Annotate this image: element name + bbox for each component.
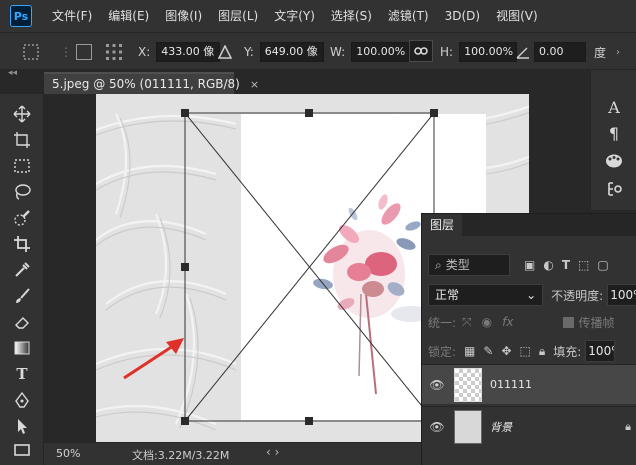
transform-tool-icon[interactable] <box>22 42 40 62</box>
document-tab-title: 5.jpeg @ 50% (011111, RGB/8) <box>52 77 240 91</box>
fill-field[interactable]: 100% <box>585 340 616 362</box>
eyedropper-icon[interactable] <box>12 260 32 280</box>
menu-filter[interactable]: 滤镜(T) <box>380 0 437 32</box>
options-divider: ⋮ <box>60 45 72 59</box>
options-overflow-icon[interactable]: › <box>616 42 620 62</box>
w-label: W: <box>330 45 346 59</box>
menu-edit[interactable]: 编辑(E) <box>100 0 157 32</box>
lock-transparent-icon[interactable]: ▦ <box>464 344 475 358</box>
propagate-label: 传播帧 <box>578 315 615 330</box>
layer-row-background[interactable]: 👁︎ 背景 🔒︎ <box>422 406 636 446</box>
unify-style-icon[interactable]: fx <box>502 315 513 329</box>
document-tab[interactable]: 5.jpeg @ 50% (011111, RGB/8) × <box>44 72 259 94</box>
layer-filter-value: 类型 <box>445 258 470 272</box>
opacity-field[interactable]: 100% <box>607 284 636 306</box>
right-panel-dock: A ¶ <box>590 70 636 210</box>
unify-visibility-icon[interactable]: ◉ <box>482 315 492 329</box>
paragraph-icon[interactable]: ¶ <box>605 124 623 143</box>
visibility-eye-icon[interactable]: 👁︎ <box>422 420 452 434</box>
character-icon[interactable]: A <box>605 98 623 117</box>
width-field[interactable]: 100.00% <box>351 42 410 62</box>
options-bar: ⋮ X: 433.00 像 Y: 649.00 像 W: 100.00% H: … <box>0 32 636 70</box>
visibility-eye-icon[interactable]: 👁︎ <box>422 378 452 392</box>
collapse-toolbar-icon[interactable]: ◂◂ <box>8 68 17 78</box>
x-label: X: <box>138 45 151 59</box>
layer-name[interactable]: 背景 <box>490 419 512 435</box>
layers-tab[interactable]: 图层 <box>422 214 463 236</box>
menu-3d[interactable]: 3D(D) <box>437 0 488 32</box>
menu-select[interactable]: 选择(S) <box>323 0 380 32</box>
layer-lock-icon: 🔒︎ <box>625 419 631 433</box>
lock-artboard-icon[interactable]: ⬚ <box>520 344 531 358</box>
menu-layer[interactable]: 图层(L) <box>210 0 266 32</box>
relative-position-icon[interactable] <box>218 42 232 62</box>
lock-all-icon[interactable]: 🔒︎ <box>539 344 545 359</box>
lock-position-icon[interactable]: ✥ <box>501 344 511 358</box>
unify-label: 统一: <box>428 315 457 330</box>
marquee-icon[interactable] <box>12 156 32 176</box>
tools-panel: T <box>0 94 44 465</box>
rotate-angle-icon <box>516 42 530 62</box>
chevron-down-icon: ⌄ <box>526 288 537 302</box>
opacity-label: 不透明度: <box>551 288 604 303</box>
brush-icon[interactable] <box>12 286 32 306</box>
y-position-field[interactable]: 649.00 像 <box>259 42 324 62</box>
menu-image[interactable]: 图像(I) <box>157 0 210 32</box>
menu-view[interactable]: 视图(V) <box>488 0 546 32</box>
x-position-field[interactable]: 433.00 像 <box>156 42 221 62</box>
status-scroll-arrows[interactable]: ‹ › <box>266 445 279 459</box>
layers-panel: 图层 ⌕ 类型 ▣ ◐ T ⬚ ▢ 正常 ⌄ 不透明度: 100% 统一: ⤧ … <box>421 213 636 465</box>
reference-point-checkbox[interactable] <box>76 42 92 62</box>
rectangle-icon[interactable] <box>12 440 32 460</box>
pen-icon[interactable] <box>12 390 32 410</box>
move-icon[interactable] <box>12 104 32 124</box>
height-field[interactable]: 100.00% <box>459 42 518 62</box>
unify-position-icon[interactable]: ⤧ <box>462 315 472 330</box>
close-icon[interactable]: × <box>250 78 259 91</box>
propagate-checkbox[interactable] <box>563 316 575 328</box>
layer-filter-dropdown[interactable]: ⌕ 类型 <box>428 254 510 276</box>
reference-point-grid-icon[interactable] <box>104 42 124 62</box>
image-filter-icon[interactable]: ▣ <box>524 258 535 272</box>
type-icon[interactable]: T <box>12 364 32 384</box>
menu-file[interactable]: 文件(F) <box>44 0 100 32</box>
lasso-icon[interactable] <box>12 182 32 202</box>
color-palette-icon[interactable] <box>605 152 623 170</box>
path-select-icon[interactable] <box>12 416 32 436</box>
smart-object-filter-icon[interactable]: ▢ <box>597 258 608 272</box>
rotate-angle-field[interactable]: 0.00 <box>534 42 586 62</box>
link-icon[interactable] <box>409 40 433 62</box>
shape-filter-icon[interactable]: ⬚ <box>578 258 589 272</box>
zoom-level[interactable]: 50% <box>56 447 80 460</box>
angle-unit-label: 度 <box>594 45 607 60</box>
menu-bar: Ps 文件(F) 编辑(E) 图像(I) 图层(L) 文字(Y) 选择(S) 滤… <box>0 0 636 32</box>
artboard-icon[interactable] <box>12 130 32 150</box>
layer-name[interactable]: 011111 <box>490 378 532 391</box>
crop-icon[interactable] <box>12 234 32 254</box>
layer-thumbnail <box>454 367 482 402</box>
fill-label: 填充: <box>553 344 582 359</box>
eraser-icon[interactable] <box>12 312 32 332</box>
y-label: Y: <box>244 45 254 59</box>
quick-select-icon[interactable] <box>12 208 32 228</box>
lock-label: 锁定: <box>428 344 457 359</box>
history-icon[interactable] <box>605 180 623 198</box>
layer-row-selected[interactable]: 👁︎ 011111 <box>422 364 636 404</box>
document-size-info[interactable]: 文档:3.22M/3.22M <box>132 447 229 463</box>
photoshop-logo: Ps <box>10 5 32 27</box>
gradient-icon[interactable] <box>12 338 32 358</box>
type-filter-icon[interactable]: T <box>562 258 570 272</box>
search-icon: ⌕ <box>435 258 442 272</box>
h-label: H: <box>440 45 454 59</box>
blend-mode-select[interactable]: 正常 ⌄ <box>428 284 544 306</box>
adjustment-filter-icon[interactable]: ◐ <box>543 258 553 272</box>
menu-type[interactable]: 文字(Y) <box>266 0 323 32</box>
background-thumbnail <box>454 409 482 444</box>
blend-mode-value: 正常 <box>435 288 460 302</box>
lock-image-icon[interactable]: ✎ <box>483 344 493 358</box>
red-arrow-annotation <box>123 338 184 380</box>
